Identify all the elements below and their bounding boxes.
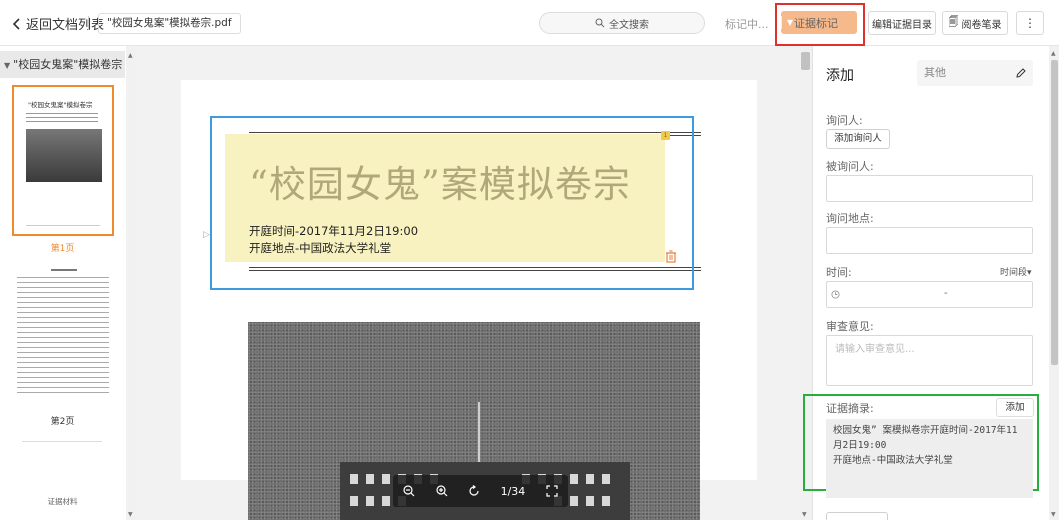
blue-selection-frame [210, 116, 694, 290]
opinion-textarea[interactable]: 请输入审查意见... [826, 335, 1033, 386]
excerpt-textarea[interactable]: 校园女鬼” 案模拟卷宗开庭时间-2017年11 月2日19:00 开庭地点-中国… [826, 419, 1033, 498]
notes-icon: 🗐 [948, 16, 959, 28]
file-tab[interactable]: "校园女鬼案"模拟卷宗.pdf [98, 13, 241, 34]
time-label: 时间: [826, 266, 852, 279]
clock-icon [831, 290, 840, 299]
scroll-down-icon[interactable]: ▼ [802, 511, 807, 518]
search-label: 全文搜索 [609, 19, 649, 31]
marking-status: 标记中... [725, 18, 769, 31]
scroll-up-icon[interactable]: ▲ [128, 52, 133, 59]
thumbnail-photo [26, 129, 102, 182]
search-icon [595, 18, 605, 28]
interrogatee-input[interactable] [826, 175, 1033, 202]
triangle-down-icon[interactable]: ▼ [4, 61, 10, 70]
zoom-toolbar: 1/34 [393, 475, 568, 507]
page-thumbnail-1[interactable]: "校园女鬼案"模拟卷宗 [12, 85, 114, 236]
edit-evidence-catalog-button[interactable]: 编辑证据目录 [868, 11, 936, 35]
page-indicator: 1/34 [500, 484, 526, 498]
page-thumbnail-2[interactable] [13, 263, 113, 410]
panel-title: 添加 [826, 68, 854, 84]
panel-scroll-thumb[interactable] [1051, 60, 1058, 365]
thumbnail-title-bar [51, 269, 77, 271]
document-viewer: “校园女鬼”案模拟卷宗 开庭时间-2017年11月2日19:00 开庭地点-中国… [137, 46, 812, 520]
partially-visible-button[interactable] [826, 512, 888, 520]
page-thumbnail-sidebar: ▼ "校园女鬼案"模拟卷宗 "校园女鬼案"模拟卷宗 第1页 第2页 证据材料 ▲ … [0, 46, 137, 520]
scroll-down-icon[interactable]: ▼ [128, 511, 133, 518]
time-input[interactable]: - [826, 281, 1033, 308]
thumbnail-title: "校园女鬼案"模拟卷宗 [28, 101, 93, 109]
sidebar-scrollbar[interactable]: ▲ ▼ [126, 46, 137, 520]
evidence-mark-button[interactable]: 证据标记 ▼ [781, 11, 857, 34]
add-interrogator-button[interactable]: 添加询问人 [826, 129, 890, 149]
scroll-up-icon[interactable]: ▲ [1051, 50, 1056, 57]
thumbnail-footer-line [26, 225, 100, 226]
back-label: 返回文档列表 [26, 18, 105, 33]
place-input[interactable] [826, 227, 1033, 254]
place-label: 询问地点: [826, 212, 874, 225]
zoom-out-icon[interactable] [403, 485, 415, 497]
thumbnail-separator [22, 441, 102, 442]
chevron-left-icon [12, 17, 20, 30]
interrogator-label: 询问人: [826, 114, 863, 127]
page-2-caption: 第2页 [50, 417, 75, 427]
full-text-search-button[interactable]: 全文搜索 [539, 12, 705, 34]
category-field[interactable]: 其他 [917, 60, 1033, 86]
opinion-label: 审查意见: [826, 320, 874, 333]
excerpt-line: 校园女鬼” 案模拟卷宗开庭时间-2017年11 [833, 425, 1018, 436]
top-toolbar: 返回文档列表 "校园女鬼案"模拟卷宗.pdf 全文搜索 标记中... 证据标记 … [0, 0, 1059, 46]
excerpt-line: 月2日19:00 [833, 440, 887, 451]
more-icon: ⋮ [1024, 16, 1036, 30]
scroll-down-icon[interactable]: ▼ [1051, 511, 1056, 518]
page-3-caption: 证据材料 [47, 497, 78, 506]
rotate-icon[interactable] [468, 485, 480, 497]
document-tree-node[interactable]: ▼ "校园女鬼案"模拟卷宗 [0, 51, 125, 78]
time-range-label: 时间段 [1000, 268, 1028, 278]
excerpt-label: 证据摘录: [826, 402, 874, 415]
edit-catalog-label: 编辑证据目录 [872, 19, 932, 31]
category-value: 其他 [924, 66, 946, 79]
thumbnail-text-lines [26, 113, 98, 125]
toolbar-divider [88, 16, 89, 30]
time-separator: - [944, 288, 948, 299]
excerpt-add-button[interactable]: 添加 [996, 398, 1034, 417]
panel-scrollbar[interactable]: ▲ ▼ [1049, 46, 1059, 520]
thumbnail-text-lines [17, 277, 109, 397]
pencil-icon[interactable] [1016, 68, 1026, 78]
back-to-list-link[interactable]: 返回文档列表 [12, 14, 104, 33]
zoom-in-icon[interactable] [436, 485, 448, 497]
viewer-scroll-thumb[interactable] [801, 52, 810, 70]
tree-title: "校园女鬼案"模拟卷宗 [13, 58, 123, 71]
page-1-caption: 第1页 [50, 244, 75, 254]
selection-marker-icon: ▷ [203, 230, 210, 240]
evidence-mark-label: 证据标记 [794, 16, 838, 30]
reading-notes-label: 阅卷笔录 [961, 19, 1002, 31]
chevron-down-icon: ▾ [1027, 268, 1032, 278]
excerpt-line: 开庭地点-中国政法大学礼堂 [833, 455, 953, 466]
interrogatee-label: 被询问人: [826, 160, 874, 173]
evidence-form-panel: 添加 其他 询问人: 添加询问人 被询问人: 询问地点: 时间: 时间段▾ - … [803, 46, 1059, 520]
time-range-toggle[interactable]: 时间段▾ [1000, 265, 1032, 278]
reading-notes-button[interactable]: 🗐 阅卷笔录 [942, 11, 1008, 35]
more-options-button[interactable]: ⋮ [1016, 11, 1044, 35]
fullscreen-icon[interactable] [546, 485, 558, 497]
